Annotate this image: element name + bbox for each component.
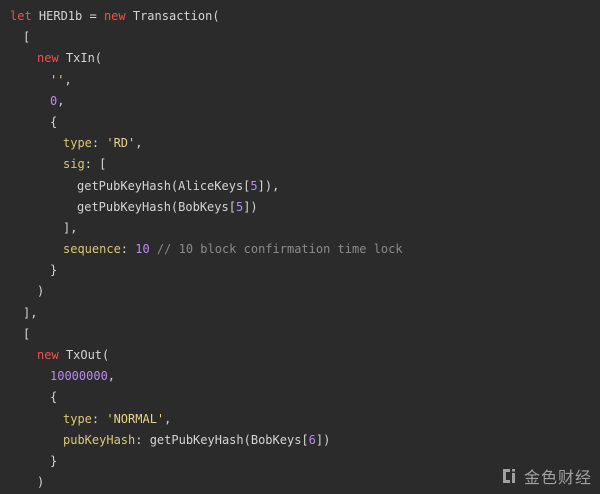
code-text: getPubKeyHash(BobKeys[ <box>77 199 236 214</box>
keyword: new <box>103 9 126 23</box>
code-text: ]), <box>257 178 280 193</box>
code-line: { <box>0 387 600 408</box>
property-name: type <box>63 411 92 426</box>
code-text: { <box>50 114 58 129</box>
code-text: , <box>57 93 65 108</box>
code-line: sequence: 10 // 10 block confirmation ti… <box>0 239 600 260</box>
code-text: , <box>164 411 172 426</box>
keyword: let <box>10 9 32 23</box>
code-comment: // 10 block confirmation time lock <box>149 242 403 257</box>
code-text: : <box>91 136 107 151</box>
code-text: getPubKeyHash(AliceKeys[ <box>77 178 251 193</box>
code-line: ) <box>0 281 600 302</box>
code-text: , <box>107 369 116 384</box>
code-line: pubKeyHash: getPubKeyHash(BobKeys[6]) <box>0 430 600 451</box>
number-literal: 10 <box>135 242 150 257</box>
code-line: '', <box>0 70 600 91</box>
code-text: : <box>91 411 107 426</box>
code-text: ], <box>63 220 78 235</box>
code-text: ]) <box>315 432 331 447</box>
string-literal: 'RD' <box>106 136 136 151</box>
code-line: 0, <box>0 91 600 112</box>
code-text: ) <box>37 284 45 299</box>
code-line: ], <box>0 218 600 239</box>
code-text: Transaction( <box>125 9 220 23</box>
code-text: HERD1b = <box>31 9 104 23</box>
keyword: new <box>37 51 59 66</box>
number-literal: 5 <box>250 178 258 193</box>
code-text: ) <box>37 475 45 490</box>
number-literal: 10000000 <box>50 369 108 384</box>
code-line: getPubKeyHash(AliceKeys[5]), <box>0 176 600 197</box>
code-line: 10000000, <box>0 366 600 387</box>
code-text: : [ <box>84 157 107 172</box>
code-text: ]) <box>243 199 258 214</box>
code-text: } <box>50 263 58 278</box>
code-line: new TxOut( <box>0 345 600 366</box>
property-name: pubKeyHash <box>63 432 136 447</box>
property-name: type <box>63 136 92 151</box>
code-line: new TxIn( <box>0 48 600 69</box>
code-text: [ <box>23 30 31 45</box>
code-line: sig: [ <box>0 154 600 175</box>
code-text: : <box>120 242 136 257</box>
property-name: sequence <box>63 242 121 257</box>
code-text: , <box>64 72 72 87</box>
code-line: [ <box>0 324 600 345</box>
code-line: ], <box>0 303 600 324</box>
code-text: TxOut( <box>58 348 110 362</box>
code-text: : getPubKeyHash(BobKeys[ <box>135 432 309 447</box>
string-literal: 'NORMAL' <box>106 411 165 426</box>
code-text: TxIn( <box>58 51 103 66</box>
code-line: let HERD1b = new Transaction( <box>0 6 600 27</box>
code-line: type: 'RD', <box>0 133 600 154</box>
code-line: type: 'NORMAL', <box>0 409 600 430</box>
property-name: sig <box>63 157 85 172</box>
jinse-logo-icon <box>502 469 515 483</box>
code-text: [ <box>23 326 31 341</box>
string-literal: '' <box>50 72 65 87</box>
code-text: } <box>50 453 58 468</box>
code-text: , <box>135 136 143 151</box>
code-line: getPubKeyHash(BobKeys[5]) <box>0 197 600 218</box>
number-literal: 6 <box>308 432 316 447</box>
code-line: [ <box>0 27 600 48</box>
code-line: } <box>0 260 600 281</box>
code-text: ], <box>23 305 38 320</box>
code-line: { <box>0 112 600 133</box>
watermark: 金色财经 <box>500 464 592 488</box>
keyword: new <box>37 348 59 362</box>
code-text: { <box>50 390 58 405</box>
watermark-text: 金色财经 <box>523 468 592 487</box>
code-editor: let HERD1b = new Transaction( [ new TxIn… <box>0 0 600 494</box>
